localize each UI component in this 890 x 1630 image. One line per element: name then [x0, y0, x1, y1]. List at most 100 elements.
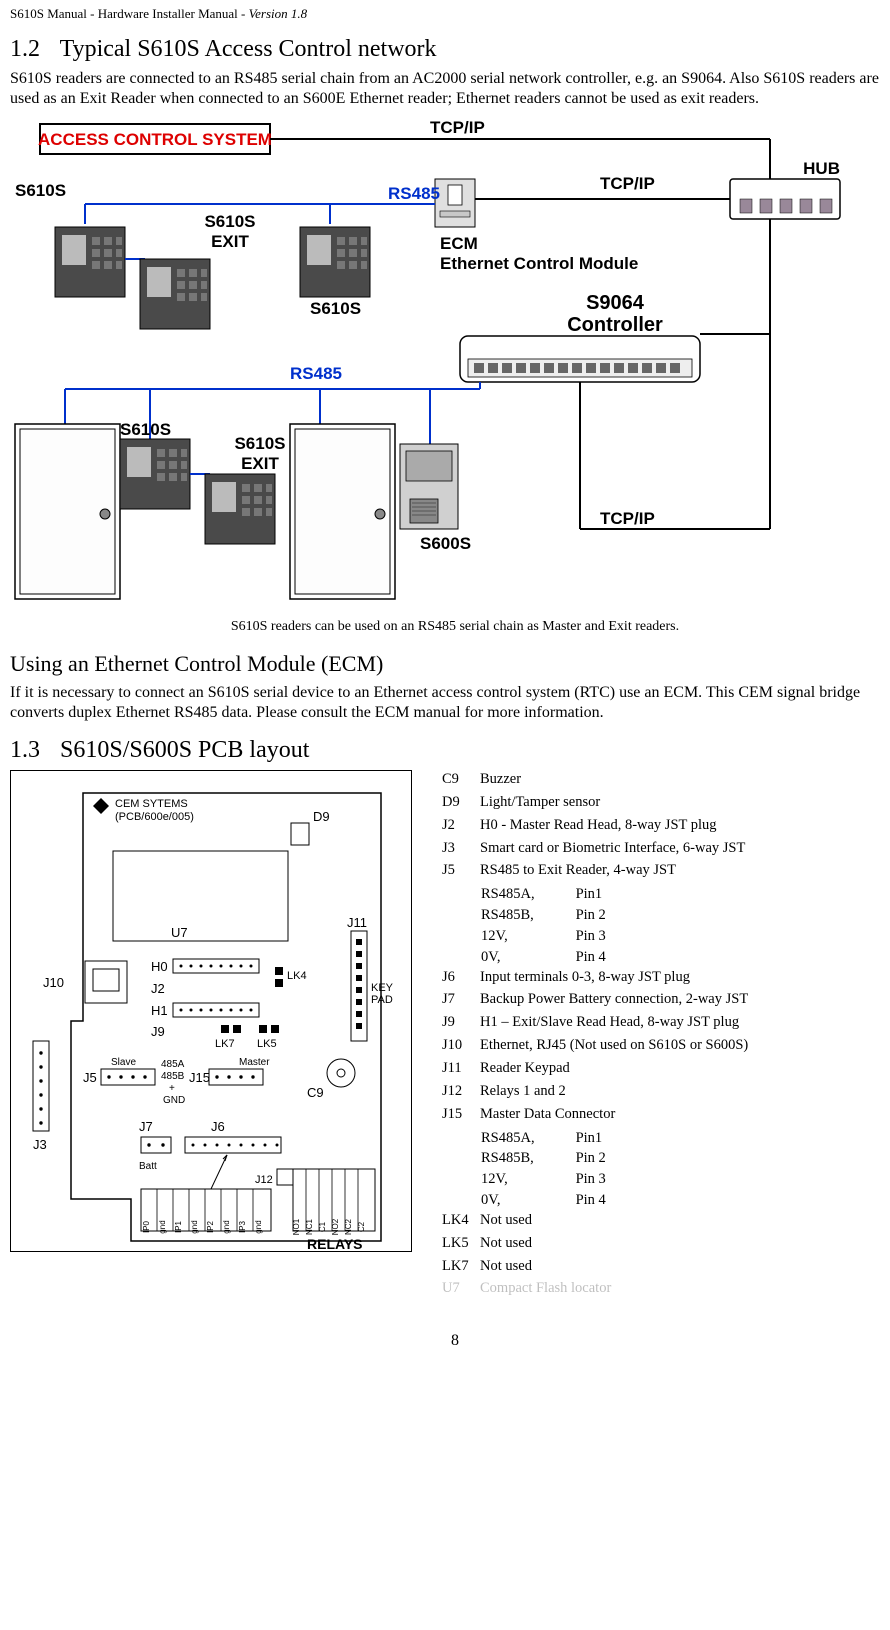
- doc-header-left: S610S Manual - Hardware Installer Manual…: [10, 6, 249, 21]
- key-j9: H1 – Exit/Slave Read Head, 8-way JST plu…: [480, 1013, 748, 1032]
- s610s-label-bl: S610S: [120, 420, 171, 439]
- pcb-j15: J15: [189, 1070, 210, 1085]
- s610s-exit2-a: S610S: [234, 434, 285, 453]
- network-diagram: ACCESS CONTROL SYSTEM TCP/IP HUB TCP/IP …: [10, 119, 890, 609]
- pcb-gndc: gnd: [222, 1220, 231, 1233]
- section-num-13: 1.3: [10, 737, 54, 764]
- reader-top-left: [55, 227, 125, 297]
- pcb-lk5: LK5: [257, 1038, 277, 1050]
- section-1-2-para: S610S readers are connected to an RS485 …: [10, 69, 890, 109]
- key-j7: Backup Power Battery connection, 2-way J…: [480, 990, 748, 1009]
- section-num: 1.2: [10, 36, 54, 63]
- key-j12: Relays 1 and 2: [480, 1082, 748, 1101]
- j5-ap: Pin1: [575, 884, 607, 905]
- reader-bot-left-exit: [205, 474, 275, 544]
- key-j3: Smart card or Biometric Interface, 6-way…: [480, 839, 748, 858]
- controller-a: S9064: [586, 292, 645, 314]
- pcb-ip2: IP2: [206, 1220, 215, 1233]
- pcb-layout-diagram: CEM SYTEMS (PCB/600e/005) D9 U7 J10 H0 J…: [10, 770, 412, 1252]
- j5-cp: Pin 3: [575, 926, 607, 947]
- j5-c: 12V,: [480, 926, 575, 947]
- key-u7: Compact Flash locator: [480, 1279, 748, 1298]
- section-1-3-heading: 1.3 S610S/S600S PCB layout: [10, 737, 890, 764]
- controller-b: Controller: [567, 314, 663, 336]
- pcb-j7: J7: [139, 1119, 153, 1134]
- pcb-485b: 485B: [161, 1071, 185, 1082]
- pcb-key-list: C9Buzzer D9Light/Tamper sensor J2H0 - Ma…: [442, 770, 748, 1302]
- pcb-gndd: gnd: [254, 1220, 263, 1233]
- j5-d: 0V,: [480, 947, 575, 968]
- key-j15: Master Data Connector: [480, 1105, 748, 1124]
- ecm-heading: Using an Ethernet Control Module (ECM): [10, 651, 890, 677]
- section-1-2-heading: 1.2 Typical S610S Access Control network: [10, 36, 890, 63]
- j15-bp: Pin 2: [575, 1148, 607, 1169]
- pcb-keypad-a: KEY: [371, 982, 394, 994]
- pcb-relays: RELAYS: [307, 1236, 363, 1251]
- pcb-j12: J12: [255, 1174, 273, 1186]
- s600s-label: S600S: [420, 534, 471, 553]
- ecm-para: If it is necessary to connect an S610S s…: [10, 683, 890, 723]
- pcb-keypad-b: PAD: [371, 994, 393, 1006]
- s610s-label-tr-below: S610S: [310, 299, 361, 318]
- pcb-u7: U7: [171, 925, 188, 940]
- key-lk5: Not used: [480, 1234, 748, 1253]
- reader-top-right: [300, 227, 370, 297]
- pcb-gndb: gnd: [190, 1220, 199, 1233]
- ecm-label-a: ECM: [440, 234, 478, 253]
- reader-top-left-exit: [140, 259, 210, 329]
- pcb-nc2: NC2: [344, 1218, 353, 1235]
- ecm-device: [435, 179, 475, 227]
- pcb-no1: NO1: [292, 1218, 301, 1235]
- pcb-j5: J5: [83, 1070, 97, 1085]
- fig-caption: S610S readers can be used on an RS485 se…: [10, 619, 890, 635]
- j15-b: RS485B,: [480, 1148, 575, 1169]
- pcb-plus: +: [169, 1083, 175, 1094]
- rs485-label-bot: RS485: [290, 364, 342, 383]
- s610s-exit1-a: S610S: [204, 212, 255, 231]
- j5-a: RS485A,: [480, 884, 575, 905]
- pcb-master: Master: [239, 1057, 270, 1068]
- key-c9: Buzzer: [480, 770, 748, 789]
- pcb-ip0: IP0: [142, 1220, 151, 1233]
- pcb-h1: H1: [151, 1003, 168, 1018]
- pcb-vendor-a: CEM SYTEMS: [115, 798, 188, 810]
- pcb-d9: D9: [313, 809, 330, 824]
- rs485-label-top: RS485: [388, 184, 440, 203]
- tcpip-label-3: TCP/IP: [600, 509, 655, 528]
- pcb-gnd: GND: [163, 1095, 185, 1106]
- ecm-label-b: Ethernet Control Module: [440, 254, 638, 273]
- pcb-j9: J9: [151, 1024, 165, 1039]
- s600s-device: [400, 444, 458, 529]
- door-left: [15, 424, 120, 599]
- pcb-c9: C9: [307, 1085, 324, 1100]
- hub-label: HUB: [803, 159, 840, 178]
- key-j6: Input terminals 0-3, 8-way JST plug: [480, 968, 748, 987]
- acs-label: ACCESS CONTROL SYSTEM: [38, 130, 272, 149]
- pcb-j2: J2: [151, 981, 165, 996]
- pcb-gnda: gnd: [158, 1220, 167, 1233]
- j15-ap: Pin1: [575, 1128, 607, 1149]
- j15-dp: Pin 4: [575, 1190, 607, 1211]
- pcb-ip1: IP1: [174, 1220, 183, 1233]
- controller: [460, 336, 700, 382]
- j5-b: RS485B,: [480, 905, 575, 926]
- pcb-lk4: LK4: [287, 970, 307, 982]
- j15-a: RS485A,: [480, 1128, 575, 1149]
- page-number: 8: [10, 1332, 890, 1350]
- key-j2: H0 - Master Read Head, 8-way JST plug: [480, 816, 748, 835]
- j5-dp: Pin 4: [575, 947, 607, 968]
- section-title: Typical S610S Access Control network: [60, 36, 437, 62]
- pcb-no2: NO2: [331, 1218, 340, 1235]
- pcb-slave: Slave: [111, 1057, 136, 1068]
- s610s-label-tl: S610S: [15, 181, 66, 200]
- key-j10: Ethernet, RJ45 (Not used on S610S or S60…: [480, 1036, 748, 1055]
- tcpip-label: TCP/IP: [430, 119, 485, 137]
- pcb-ip3: IP3: [238, 1220, 247, 1233]
- pcb-j11: J11: [347, 915, 367, 930]
- j15-c: 12V,: [480, 1169, 575, 1190]
- key-d9: Light/Tamper sensor: [480, 793, 748, 812]
- pcb-j10: J10: [43, 975, 64, 990]
- door-right: [290, 424, 395, 599]
- pcb-j3: J3: [33, 1137, 47, 1152]
- pcb-485a: 485A: [161, 1059, 185, 1070]
